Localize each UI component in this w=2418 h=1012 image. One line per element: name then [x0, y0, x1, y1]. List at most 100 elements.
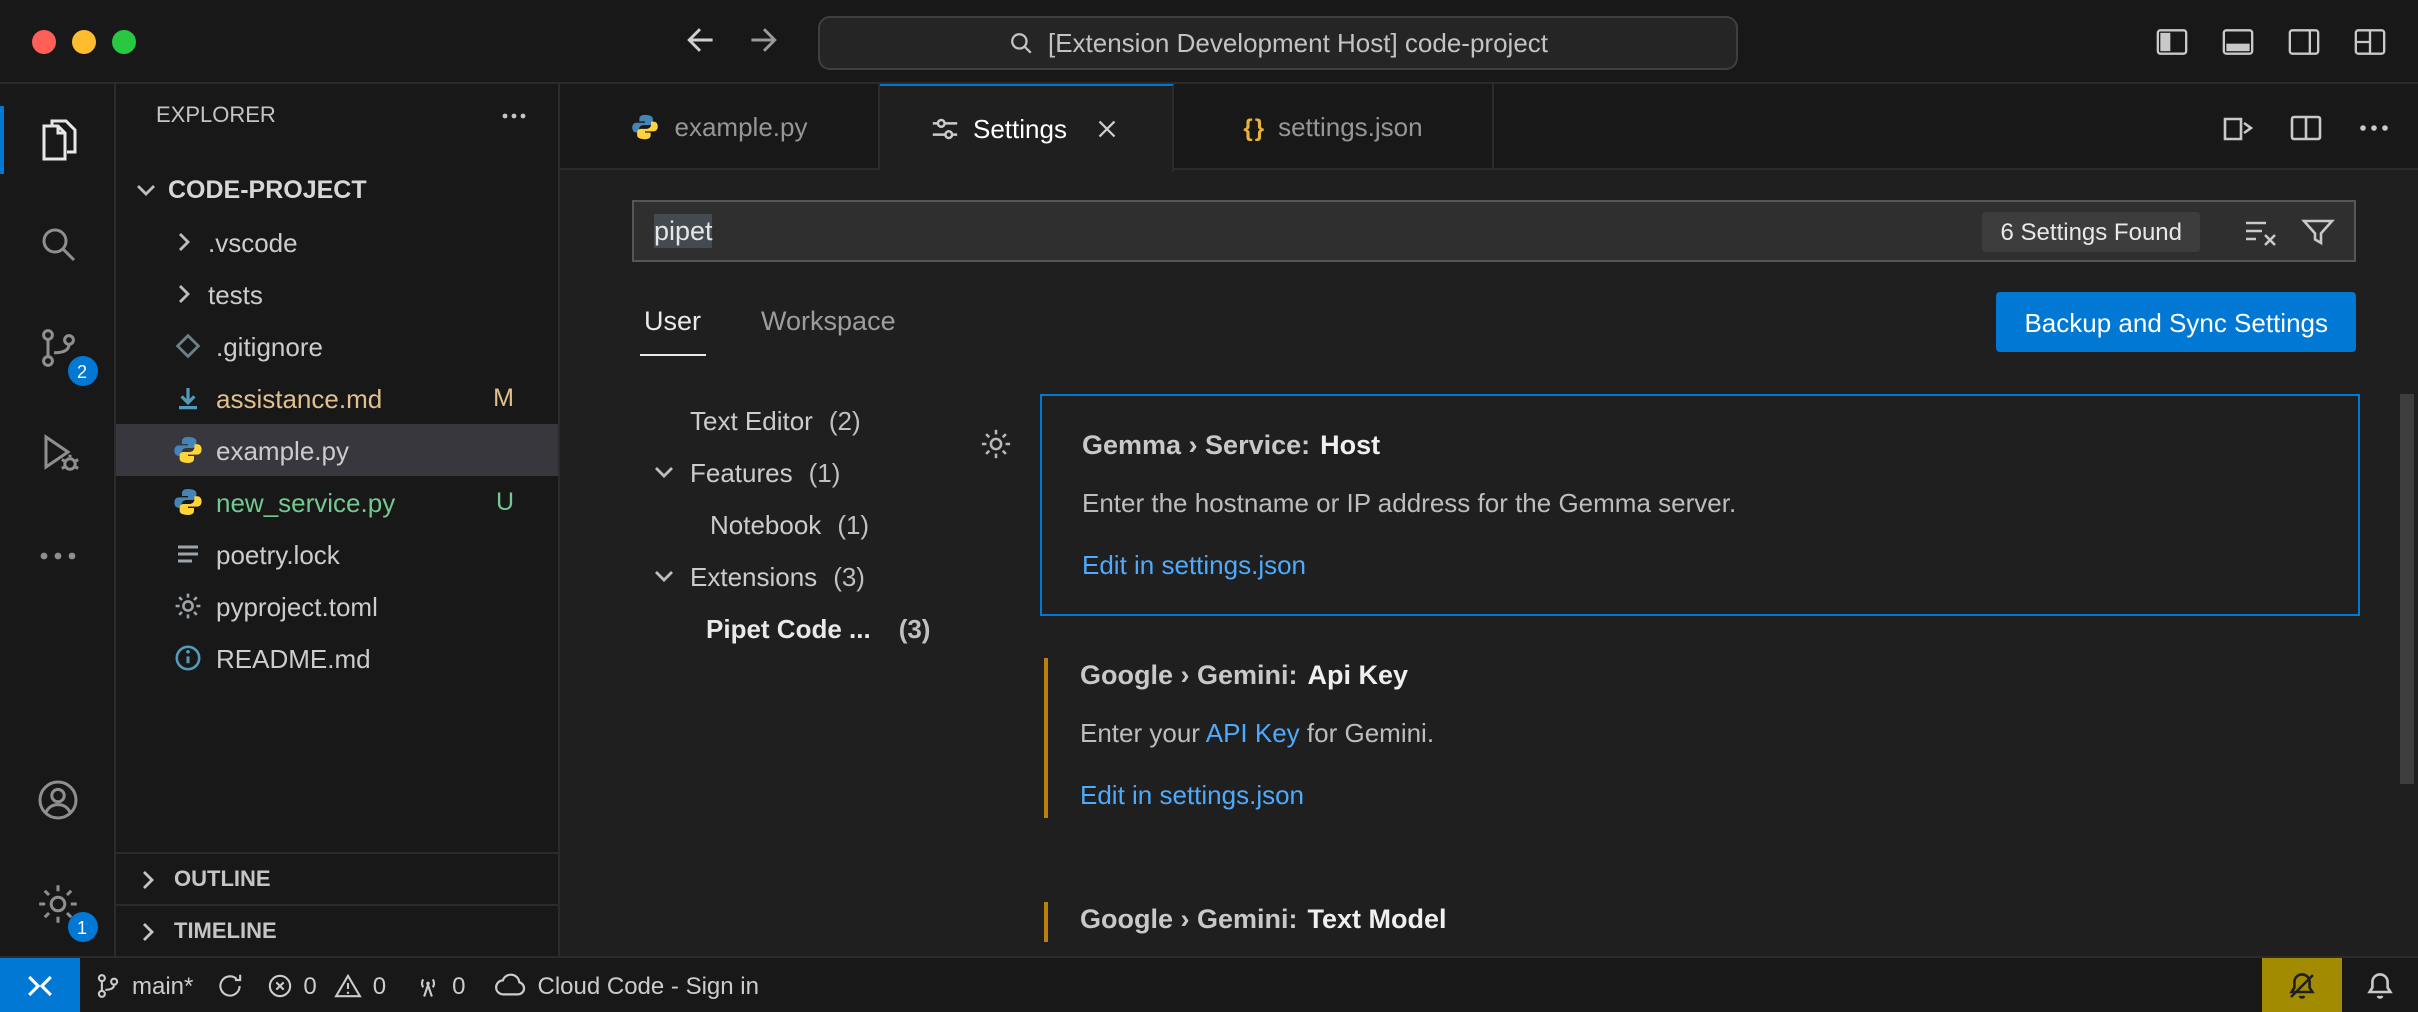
history-back-button[interactable] — [682, 22, 718, 58]
error-icon — [265, 971, 293, 999]
search-icon — [1008, 30, 1034, 56]
tree-item-pyproject-toml[interactable]: pyproject.toml — [116, 580, 558, 632]
tree-item-gitignore[interactable]: .gitignore — [116, 320, 558, 372]
settings-toc: Text Editor (2) Features (1) Notebook (1… — [560, 394, 1040, 654]
customize-layout-icon[interactable] — [2350, 22, 2390, 62]
activity-bar: 2 1 — [0, 84, 116, 956]
explorer-header: EXPLORER — [116, 84, 558, 148]
settings-search-value: pipet — [654, 216, 1983, 246]
tab-settings[interactable]: Settings — [880, 84, 1174, 172]
outline-label: OUTLINE — [174, 867, 271, 891]
info-file-icon — [172, 642, 204, 674]
tree-item-assistance-md[interactable]: assistance.md M — [116, 372, 558, 424]
remote-icon — [22, 967, 58, 1003]
settings-search-input[interactable]: pipet 6 Settings Found — [632, 200, 2356, 262]
window-controls — [32, 30, 136, 54]
timeline-section-header[interactable]: TIMELINE — [116, 904, 558, 956]
titlebar: [Extension Development Host] code-projec… — [0, 0, 2418, 84]
settings-editor: pipet 6 Settings Found User Workspace Ba… — [560, 170, 2418, 956]
account-icon — [33, 776, 81, 824]
scope-tab-user[interactable]: User — [640, 292, 705, 356]
toc-notebook[interactable]: Notebook (1) — [560, 498, 1040, 550]
setting-name: Host — [1320, 430, 1380, 460]
outline-section-header[interactable]: OUTLINE — [116, 852, 558, 904]
close-tab-icon[interactable] — [1093, 114, 1123, 144]
tree-item-tests[interactable]: tests — [116, 268, 558, 320]
git-branch-status[interactable]: main* — [80, 958, 207, 1012]
activity-settings[interactable]: 1 — [0, 852, 115, 956]
tree-item-new-service-py[interactable]: new_service.py U — [116, 476, 558, 528]
toc-pipet-code[interactable]: Pipet Code ... (3) — [560, 602, 1040, 654]
close-window-button[interactable] — [32, 30, 56, 54]
setting-google-gemini-text-model[interactable]: Google › Gemini:Text Model — [1040, 890, 2360, 954]
run-debug-icon — [33, 428, 81, 476]
toml-gear-icon — [172, 590, 204, 622]
remote-indicator[interactable] — [0, 958, 80, 1012]
cloud-code-signin[interactable]: Cloud Code - Sign in — [480, 958, 773, 1012]
edit-in-settings-json-link[interactable]: Edit in settings.json — [1080, 780, 1304, 810]
backup-sync-settings-button[interactable]: Backup and Sync Settings — [1996, 292, 2356, 352]
sync-changes-button[interactable] — [207, 958, 251, 1012]
activity-run-debug[interactable] — [0, 400, 115, 504]
open-changes-icon[interactable] — [2218, 107, 2258, 147]
clear-search-icon[interactable] — [2240, 211, 2280, 251]
tab-label: Settings — [973, 114, 1067, 144]
filter-icon[interactable] — [2298, 211, 2338, 251]
activity-accounts[interactable] — [0, 748, 115, 852]
window-title: [Extension Development Host] code-projec… — [1048, 28, 1548, 58]
settings-scrollbar[interactable] — [2400, 394, 2414, 784]
api-key-link[interactable]: API Key — [1206, 718, 1300, 748]
notifications-button[interactable] — [2342, 958, 2418, 1012]
toc-count: (1) — [809, 457, 841, 487]
do-not-disturb-button[interactable] — [2262, 958, 2342, 1012]
toc-text-editor[interactable]: Text Editor (2) — [560, 394, 1040, 446]
toc-extensions[interactable]: Extensions (3) — [560, 550, 1040, 602]
zoom-window-button[interactable] — [112, 30, 136, 54]
settings-list: Gemma › Service:Host Enter the hostname … — [1040, 394, 2360, 954]
tree-item-vscode[interactable]: .vscode — [116, 216, 558, 268]
history-forward-button[interactable] — [746, 22, 782, 58]
more-actions-icon[interactable] — [2354, 107, 2394, 147]
tab-settings-json[interactable]: { } settings.json — [1174, 84, 1494, 170]
minimize-window-button[interactable] — [72, 30, 96, 54]
command-center[interactable]: [Extension Development Host] code-projec… — [818, 16, 1738, 70]
activity-more-views[interactable] — [0, 504, 115, 608]
tree-root-code-project[interactable]: CODE-PROJECT — [116, 164, 558, 216]
tree-item-label: .gitignore — [216, 331, 323, 361]
toggle-panel-icon[interactable] — [2218, 22, 2258, 62]
settings-results-count: 6 Settings Found — [1983, 211, 2200, 251]
tree-item-poetry-lock[interactable]: poetry.lock — [116, 528, 558, 580]
setting-google-gemini-api-key[interactable]: Google › Gemini:Api Key Enter your API K… — [1040, 646, 2360, 830]
setting-title: Gemma › Service:Host — [1082, 428, 2322, 464]
ports-status[interactable]: 0 — [400, 958, 479, 1012]
explorer-title: EXPLORER — [156, 104, 276, 128]
error-count: 0 — [303, 971, 316, 999]
edit-in-settings-json-link[interactable]: Edit in settings.json — [1082, 550, 1306, 580]
toc-count: (3) — [899, 613, 931, 643]
toc-label: Features — [690, 457, 793, 487]
toggle-sidebar-icon[interactable] — [2152, 22, 2192, 62]
toc-label: Notebook — [710, 509, 821, 539]
python-file-icon — [172, 486, 204, 518]
setting-manage-gear-icon[interactable] — [978, 426, 1014, 462]
tree-item-readme-md[interactable]: README.md — [116, 632, 558, 684]
toggle-secondary-sidebar-icon[interactable] — [2284, 22, 2324, 62]
tab-example-py[interactable]: example.py — [560, 84, 880, 170]
setting-gemma-service-host[interactable]: Gemma › Service:Host Enter the hostname … — [1040, 394, 2360, 616]
activity-explorer[interactable] — [0, 88, 115, 192]
split-editor-icon[interactable] — [2286, 107, 2326, 147]
json-braces-icon: { } — [1243, 113, 1264, 141]
tree-item-example-py[interactable]: example.py — [116, 424, 558, 476]
gitignore-file-icon — [172, 330, 204, 362]
problems-status[interactable]: 0 0 — [251, 958, 400, 1012]
views-more-actions-icon[interactable] — [498, 100, 530, 132]
toc-features[interactable]: Features (1) — [560, 446, 1040, 498]
toc-label: Text Editor — [690, 405, 813, 435]
vscode-window: [Extension Development Host] code-projec… — [0, 0, 2418, 1012]
tree-item-label: tests — [208, 279, 263, 309]
activity-search[interactable] — [0, 192, 115, 296]
settings-scope-row: User Workspace Backup and Sync Settings — [640, 292, 2356, 364]
scope-tab-workspace[interactable]: Workspace — [757, 292, 900, 356]
chevron-down-icon — [648, 456, 680, 488]
activity-source-control[interactable]: 2 — [0, 296, 115, 400]
